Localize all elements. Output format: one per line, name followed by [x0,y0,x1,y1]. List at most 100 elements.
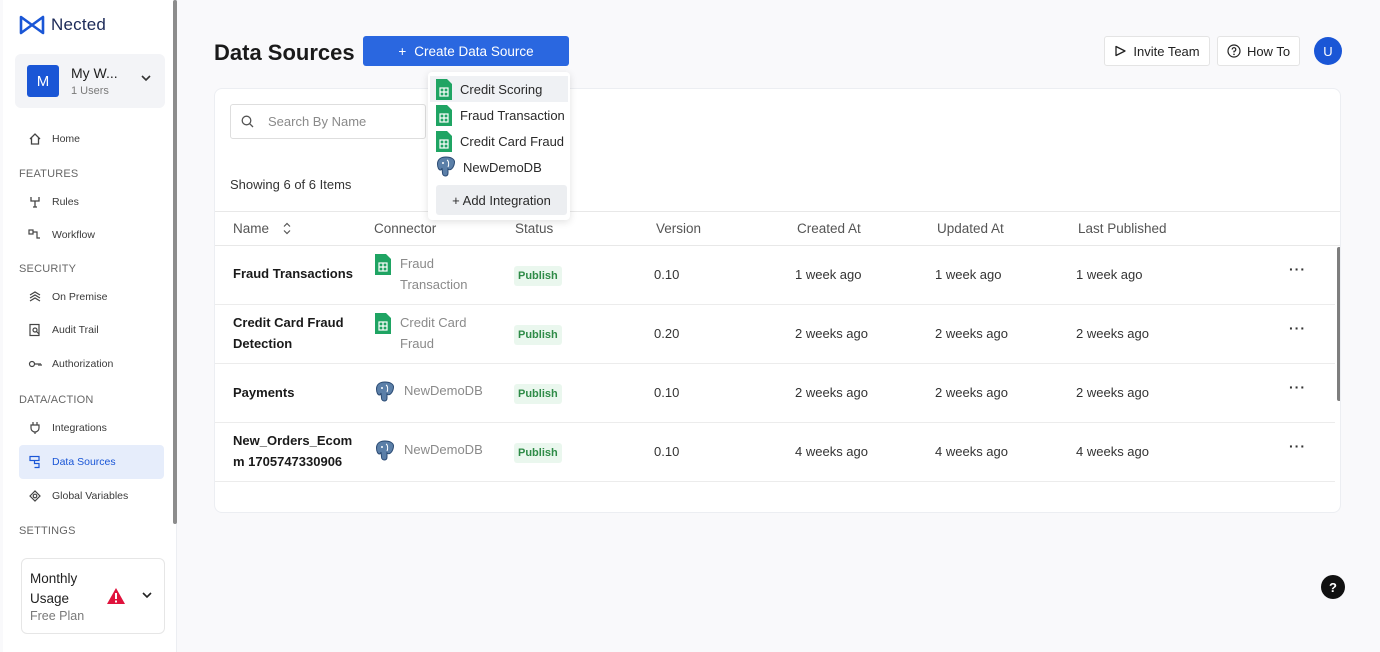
row-more-icon[interactable]: ··· [1289,261,1306,277]
warning-icon [107,588,125,604]
sidebar-item-label: Workflow [52,229,95,241]
dropdown-item-newdemodb[interactable]: NewDemoDB [430,154,568,180]
connector-label: Credit Card Fraud [400,315,467,351]
sidebar-item-integrations[interactable]: Integrations [19,411,164,445]
monthly-usage-card[interactable]: Monthly Usage Free Plan [21,558,165,634]
chevron-down-icon [141,75,151,82]
sheets-icon [436,78,452,100]
create-data-source-dropdown: Credit Scoring Fraud Transaction Credit … [428,72,570,220]
row-name[interactable]: Payments [233,383,358,404]
sidebar-scrollbar[interactable] [173,0,177,524]
column-label: Name [233,221,270,236]
sidebar: Nected M My W... 1 Users Home FEATURES R… [3,0,177,652]
sidebar-item-audit-trail[interactable]: Audit Trail [19,313,164,347]
nav-section-settings: SETTINGS [19,525,76,537]
status-badge: Publish [514,266,562,286]
table-header: Name Connector Status Version Created At… [215,211,1340,246]
postgres-icon [375,440,395,461]
row-name[interactable]: Credit Card Fraud Detection [233,313,358,354]
column-header-created: Created At [797,221,861,236]
row-connector: NewDemoDB [375,381,496,403]
sidebar-item-global-variables[interactable]: Global Variables [19,479,164,513]
sidebar-item-workflow[interactable]: Workflow [19,218,164,252]
sort-icon[interactable] [283,222,291,235]
connector-label: NewDemoDB [404,442,483,457]
help-button[interactable]: ? [1321,575,1345,599]
row-published: 1 week ago [1076,267,1143,282]
column-header-connector: Connector [374,221,437,236]
row-more-icon[interactable]: ··· [1289,379,1306,395]
howto-button-label: How To [1246,43,1291,59]
sidebar-item-on-premise[interactable]: On Premise [19,280,164,314]
nav-section-features: FEATURES [19,168,79,180]
sheets-icon [375,254,391,275]
row-name[interactable]: Fraud Transactions [233,264,358,285]
chevron-down-icon [142,592,152,599]
workspace-switcher[interactable]: M My W... 1 Users [15,54,165,108]
row-version: 0.10 [654,385,680,400]
sidebar-item-label: Global Variables [52,490,129,502]
column-header-name[interactable]: Name [233,221,291,236]
postgres-icon [436,156,456,177]
create-data-source-button[interactable]: + Create Data Source [363,36,569,66]
sidebar-item-label: Rules [52,196,79,208]
row-created: 2 weeks ago [795,385,868,400]
row-updated: 1 week ago [935,267,1002,282]
table-row[interactable]: Credit Card Fraud Detection Credit Card … [215,305,1335,364]
global-variables-icon [28,489,42,503]
table-scrollbar[interactable] [1337,247,1340,401]
row-published: 2 weeks ago [1076,326,1149,341]
status-badge: Publish [514,443,562,463]
search-input[interactable] [268,114,418,129]
logo[interactable]: Nected [19,14,106,36]
dropdown-item-label: NewDemoDB [463,159,542,175]
plus-icon: + [398,43,407,59]
workflow-icon [28,228,42,242]
row-created: 4 weeks ago [795,444,868,459]
column-header-published: Last Published [1078,221,1167,236]
row-published: 2 weeks ago [1076,385,1149,400]
workspace-name: My W... [71,65,118,81]
dropdown-item-label: Fraud Transaction [460,107,565,123]
search-box[interactable] [230,104,426,139]
sidebar-item-label: Integrations [52,422,107,434]
status-badge: Publish [514,325,562,345]
how-to-button[interactable]: How To [1217,36,1300,66]
question-circle-icon [1227,44,1241,58]
dropdown-item-credit-scoring[interactable]: Credit Scoring [430,76,568,102]
row-version: 0.10 [654,444,680,459]
dropdown-item-credit-card-fraud[interactable]: Credit Card Fraud [430,128,568,154]
data-sources-panel: Showing 6 of 6 Items Name Connector Stat… [214,88,1341,513]
workspace-avatar: M [27,65,59,97]
row-name[interactable]: New_Orders_Ecom m 1705747330906 [233,431,358,472]
add-integration-button[interactable]: + Add Integration [436,185,567,215]
table-row[interactable]: Fraud Transactions Fraud Transaction Pub… [215,246,1335,305]
sidebar-item-authorization[interactable]: Authorization [19,347,164,381]
user-avatar[interactable]: U [1314,37,1342,65]
sidebar-item-label: Audit Trail [52,324,99,336]
table-row[interactable]: New_Orders_Ecom m 1705747330906 NewDemoD… [215,423,1335,482]
invite-button-label: Invite Team [1133,43,1200,59]
sidebar-item-home[interactable]: Home [19,122,164,156]
connector-label: Fraud Transaction [400,256,468,292]
server-icon [28,290,42,304]
create-button-label: Create Data Source [414,43,534,59]
row-created: 2 weeks ago [795,326,868,341]
row-more-icon[interactable]: ··· [1289,438,1306,454]
sidebar-item-rules[interactable]: Rules [19,185,164,219]
invite-team-button[interactable]: Invite Team [1104,36,1210,66]
row-updated: 2 weeks ago [935,326,1008,341]
sidebar-item-data-sources[interactable]: Data Sources [19,445,164,479]
home-icon [28,132,42,146]
items-count: Showing 6 of 6 Items [230,177,352,192]
usage-title: Monthly Usage [30,571,78,606]
row-published: 4 weeks ago [1076,444,1149,459]
dropdown-item-fraud-transaction[interactable]: Fraud Transaction [430,102,568,128]
row-more-icon[interactable]: ··· [1289,320,1306,336]
dropdown-item-label: Credit Card Fraud [460,133,565,149]
plug-icon [28,421,42,435]
row-updated: 2 weeks ago [935,385,1008,400]
row-updated: 4 weeks ago [935,444,1008,459]
audit-icon [28,323,42,337]
table-row[interactable]: Payments NewDemoDB Publish 0.10 2 weeks … [215,364,1335,423]
